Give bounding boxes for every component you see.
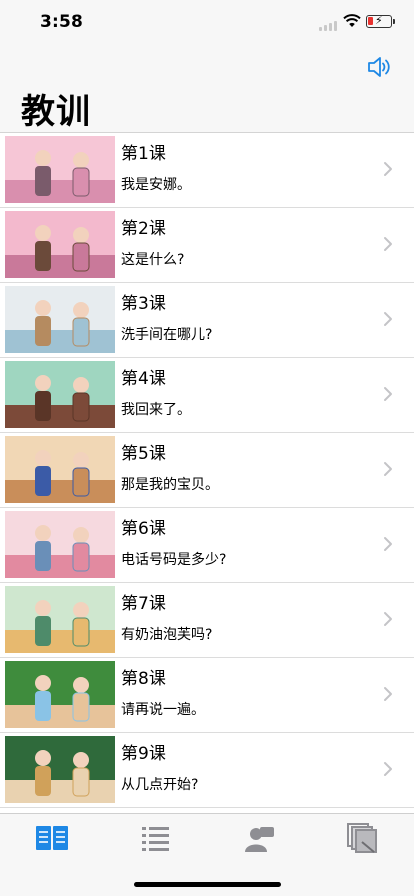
wifi-icon	[343, 14, 361, 27]
chevron-right-icon	[384, 537, 392, 551]
chevron-right-icon	[384, 612, 392, 626]
lesson-row[interactable]: 第9课从几点开始?	[0, 733, 414, 808]
open-book-icon[interactable]	[34, 822, 70, 854]
lesson-title: 第7课	[121, 594, 166, 614]
lesson-subtitle: 从几点开始?	[121, 777, 199, 793]
lesson-title: 第3课	[121, 294, 166, 314]
chevron-right-icon	[384, 462, 392, 476]
lesson-row[interactable]: 第8课请再说一遍。	[0, 658, 414, 733]
lesson-row[interactable]: 第1课我是安娜。	[0, 133, 414, 208]
lesson-title: 第5课	[121, 444, 166, 464]
speaker-icon[interactable]	[366, 54, 392, 80]
lesson-row[interactable]: 第5课那是我的宝贝。	[0, 433, 414, 508]
chevron-right-icon	[384, 162, 392, 176]
lesson-subtitle: 洗手间在哪儿?	[121, 327, 213, 343]
chevron-right-icon	[384, 687, 392, 701]
lesson-thumbnail	[5, 436, 115, 503]
lesson-thumbnail	[5, 661, 115, 728]
lesson-thumbnail	[5, 136, 115, 203]
list-icon[interactable]	[138, 822, 174, 854]
lesson-thumbnail	[5, 736, 115, 803]
navigation-bar: 教训	[0, 44, 414, 133]
lesson-row[interactable]: 第6课电话号码是多少?	[0, 508, 414, 583]
page-title: 教训	[21, 92, 91, 132]
signal-icon	[319, 21, 339, 31]
lesson-subtitle: 有奶油泡芙吗?	[121, 627, 213, 643]
home-indicator	[134, 882, 281, 887]
lesson-row[interactable]: 第4课我回来了。	[0, 358, 414, 433]
lesson-row[interactable]: 第3课洗手间在哪儿?	[0, 283, 414, 358]
lesson-thumbnail	[5, 586, 115, 653]
chevron-right-icon	[384, 762, 392, 776]
lesson-subtitle: 这是什么?	[121, 252, 185, 268]
chevron-right-icon	[384, 387, 392, 401]
lesson-thumbnail	[5, 211, 115, 278]
lesson-title: 第1课	[121, 144, 166, 164]
lesson-title: 第6课	[121, 519, 166, 539]
lesson-thumbnail	[5, 511, 115, 578]
lesson-row[interactable]: 第7课有奶油泡芙吗?	[0, 583, 414, 658]
chevron-right-icon	[384, 237, 392, 251]
people-icon[interactable]	[242, 822, 278, 854]
lesson-thumbnail	[5, 286, 115, 353]
lesson-list: 第1课 我是安娜。 第2课 这是什么? 第3课 洗手间在哪儿? 第4课 我回来了。 第5课 那是我…	[0, 133, 414, 813]
lesson-thumbnail	[5, 361, 115, 428]
lesson-subtitle: 我回来了。	[121, 402, 191, 418]
lesson-title: 第4课	[121, 369, 166, 389]
lesson-subtitle: 我是安娜。	[121, 177, 191, 193]
status-time: 3:58	[40, 12, 84, 32]
lesson-title: 第2课	[121, 219, 166, 239]
lesson-row[interactable]: 第2课这是什么?	[0, 208, 414, 283]
lesson-subtitle: 请再说一遍。	[121, 702, 205, 718]
lesson-title: 第8课	[121, 669, 166, 689]
lesson-title: 第9课	[121, 744, 166, 764]
battery-icon: ⚡	[366, 14, 395, 28]
lesson-subtitle: 那是我的宝贝。	[121, 477, 219, 493]
status-bar: 3:58 ⚡	[0, 0, 414, 44]
stacked-pages-icon[interactable]	[344, 822, 380, 854]
chevron-right-icon	[384, 312, 392, 326]
lesson-subtitle: 电话号码是多少?	[121, 552, 227, 568]
